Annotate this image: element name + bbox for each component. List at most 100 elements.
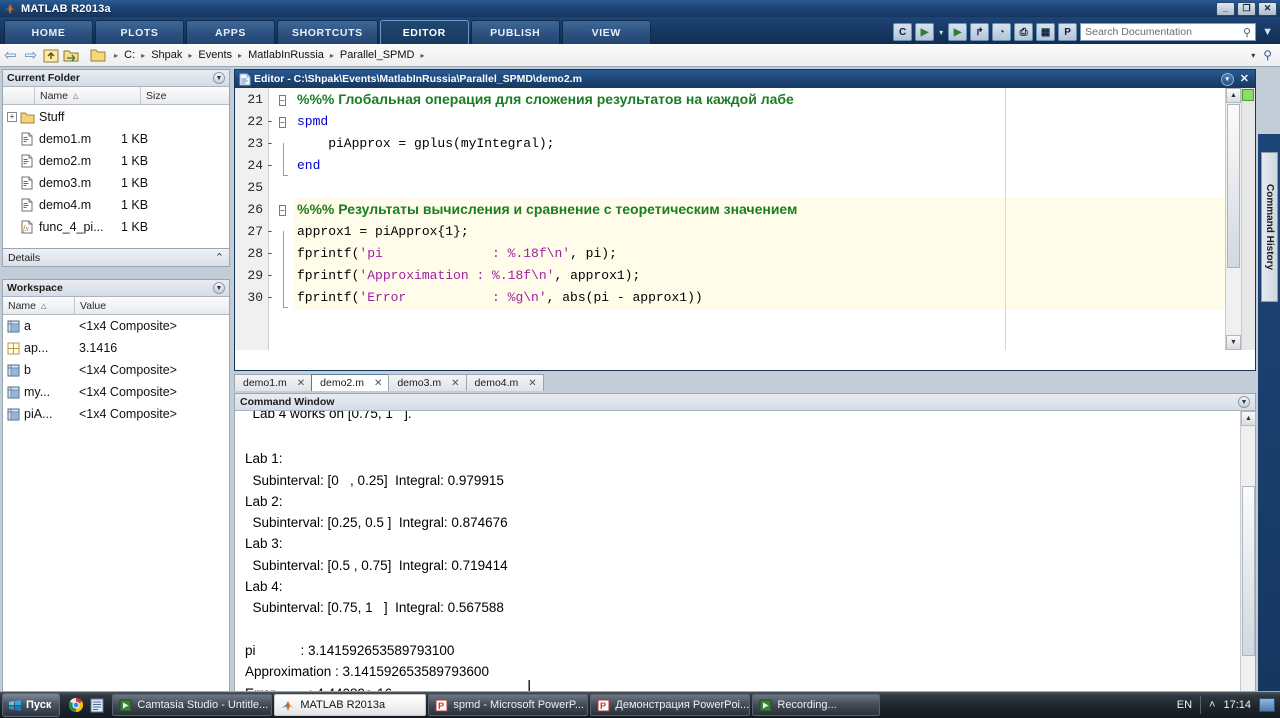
scrollbar-thumb[interactable] [1242,486,1255,656]
list-item[interactable]: demo2.m 1 KB [3,150,229,172]
taskbar-button-camtasia[interactable]: Camtasia Studio - Untitle... [112,694,273,716]
breakpoint-dash[interactable]: - [266,114,274,129]
window-switch-icon[interactable] [90,698,104,713]
browse-folder-icon[interactable] [62,46,80,64]
panel-options-icon[interactable]: ▼ [213,282,225,294]
layout-button[interactable]: ▦ [1036,23,1056,41]
details-bar[interactable]: Details ⌃ [2,249,230,267]
editor-tab-demo3[interactable]: demo3.m ✕ [388,374,467,391]
start-button[interactable]: Пуск [2,693,61,717]
breakpoint-dash[interactable]: - [266,290,274,305]
simulink-button[interactable]: ↱ [970,23,990,41]
column-header-value[interactable]: Value [80,300,106,312]
editor-marker-strip[interactable] [1241,88,1255,350]
ribbon-tab-plots[interactable]: PLOTS [95,20,184,44]
ribbon-tab-home[interactable]: HOME [4,20,93,44]
panel-options-icon[interactable]: ▼ [213,72,225,84]
close-button[interactable]: ✕ [1258,1,1277,16]
ribbon-tab-view[interactable]: VIEW [561,20,651,44]
command-history-tab[interactable]: Command History [1261,152,1278,302]
table-row[interactable]: my... <1x4 Composite> [3,381,229,403]
chrome-icon[interactable] [68,697,84,713]
taskbar-button-powerpoint-spmd[interactable]: P spmd - Microsoft PowerP... [428,694,589,716]
table-row[interactable]: a <1x4 Composite> [3,315,229,337]
code-line[interactable]: 27 - approx1 = piApprox{1}; [235,220,1255,253]
breakpoint-dash[interactable]: - [266,136,274,151]
list-item[interactable]: fx func_4_pi... 1 KB [3,216,229,238]
ribbon-tab-shortcuts[interactable]: SHORTCUTS [277,20,378,44]
list-item[interactable]: + Stuff [3,106,229,128]
breadcrumb-item-matlabinrussia[interactable]: MatlabInRussia [248,49,324,61]
editor-vertical-scrollbar[interactable]: ▲ ▼ [1225,88,1241,350]
up-one-level-icon[interactable] [42,46,60,64]
code-line[interactable]: 23 - piApprox = gplus(myIntegral); [235,132,1255,165]
close-icon[interactable]: ✕ [1240,73,1249,85]
language-indicator[interactable]: EN [1177,699,1192,711]
column-header-size[interactable]: Size [146,90,166,102]
fold-marker[interactable]: − [279,92,293,107]
command-window-vertical-scrollbar[interactable]: ▲ ▼ [1240,411,1256,718]
fold-marker[interactable]: − [279,114,293,129]
breadcrumb-item-shpak[interactable]: Shpak [151,49,182,61]
panel-options-icon[interactable]: ▼ [1238,396,1250,408]
ribbon-expand-icon[interactable]: ▼ [1259,26,1276,38]
code-line[interactable]: 22 - − spmd [235,110,1255,132]
ribbon-tab-publish[interactable]: PUBLISH [470,20,560,44]
editor-tab-demo1[interactable]: demo1.m ✕ [234,374,313,391]
editor-tab-demo4[interactable]: demo4.m ✕ [465,374,544,391]
back-arrow-icon[interactable]: ⇦ [0,48,21,63]
community-button[interactable]: C [893,23,913,41]
taskbar-button-matlab[interactable]: MATLAB R2013a [274,694,427,716]
code-line[interactable]: 21 − %%% Глобальная операция для сложени… [235,88,1255,110]
breakpoint-dash[interactable]: - [266,224,274,239]
tray-expand-icon[interactable]: ˄ [1209,699,1215,711]
help-button[interactable]: ◔ [992,23,1012,41]
run-dropdown-caret[interactable]: ▾ [937,28,945,37]
close-icon[interactable]: ✕ [528,378,536,389]
open-script-button[interactable]: ▶ [948,23,968,41]
breadcrumb-item-events[interactable]: Events [198,49,232,61]
print-button[interactable]: ⎙ [1014,23,1034,41]
taskbar-button-powerpoint-demo[interactable]: P Демонстрация PowerPoi... [590,694,751,716]
code-line[interactable]: 26 − %%% Результаты вычисления и сравнен… [235,198,1255,220]
breakpoint-dash[interactable]: - [266,268,274,283]
search-documentation-field[interactable]: Search Documentation ⚲ [1080,23,1257,41]
breadcrumb-item-c[interactable]: C: [124,49,135,61]
table-row[interactable]: b <1x4 Composite> [3,359,229,381]
scroll-up-icon[interactable]: ▲ [1226,88,1241,103]
scroll-up-icon[interactable]: ▲ [1241,411,1256,426]
scroll-down-icon[interactable]: ▼ [1226,335,1241,350]
column-header-name[interactable]: Name [40,90,68,102]
breakpoint-dash[interactable]: - [266,246,274,261]
list-item[interactable]: demo1.m 1 KB [3,128,229,150]
code-line[interactable]: 28 - fprintf('pi : %.18f\n', pi); [235,242,1255,275]
search-icon[interactable]: ⚲ [1263,48,1276,62]
chevron-up-icon[interactable]: ⌃ [215,251,224,264]
code-line[interactable]: 25 [235,176,1255,198]
scrollbar-thumb[interactable] [1227,104,1240,268]
table-row[interactable]: piA... <1x4 Composite> [3,403,229,425]
run-button[interactable]: ▶ [915,23,935,41]
ribbon-tab-apps[interactable]: APPS [186,20,275,44]
code-line[interactable]: 29 - fprintf('Approximation : %.18f\n', … [235,264,1255,297]
table-row[interactable]: ap... 3.1416 [3,337,229,359]
forward-arrow-icon[interactable]: ⇨ [21,48,42,63]
code-line[interactable]: 24 - end [235,154,1255,176]
panel-options-icon[interactable]: ▾ [1220,72,1234,86]
breadcrumb-item-parallel-spmd[interactable]: Parallel_SPMD [340,49,415,61]
list-item[interactable]: demo3.m 1 KB [3,172,229,194]
taskbar-button-recording[interactable]: Recording... [752,694,881,716]
clock[interactable]: 17:14 [1223,699,1251,711]
list-item[interactable]: demo4.m 1 KB [3,194,229,216]
expand-toggle-icon[interactable]: + [7,112,17,122]
restore-button[interactable]: ❐ [1237,1,1256,16]
column-header-name[interactable]: Name [8,300,36,312]
fold-marker[interactable]: − [279,202,293,217]
command-window-output[interactable]: Lab 1: Subinterval: [0 , 0.25] Integral:… [235,424,1239,718]
minimize-button[interactable]: _ [1216,1,1235,16]
show-desktop-button[interactable] [1259,698,1275,712]
breakpoint-dash[interactable]: - [266,158,274,173]
close-icon[interactable]: ✕ [297,378,305,389]
code-line[interactable]: 30 - fprintf('Error : %g\n', abs(pi - ap… [235,286,1255,308]
chevron-down-icon[interactable]: ▾ [1243,51,1263,60]
